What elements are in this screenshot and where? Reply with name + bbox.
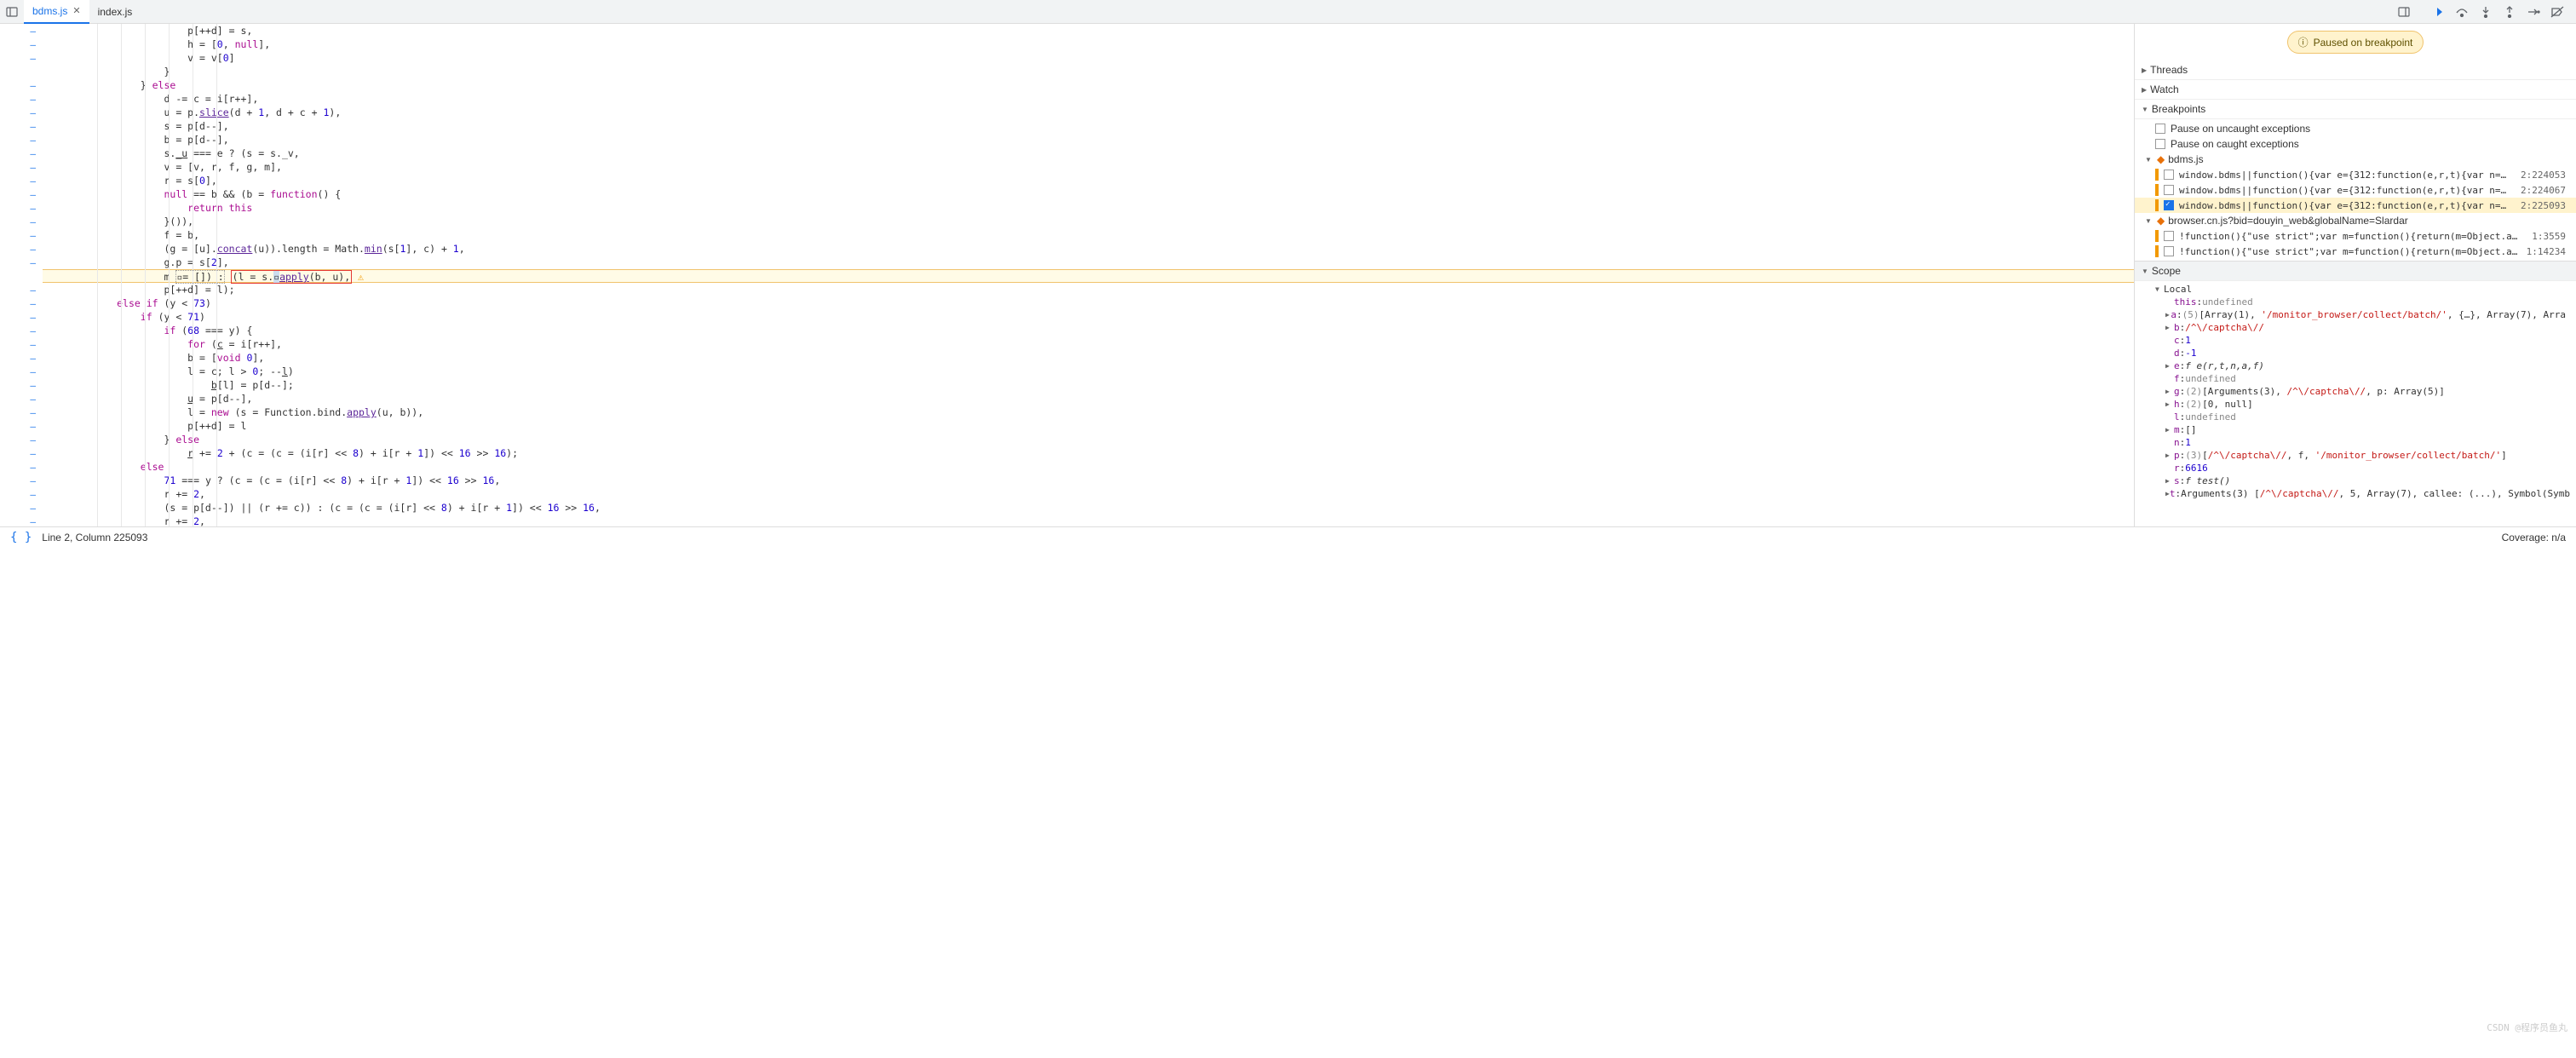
scope-var[interactable]: ▶e: f e(r,t,n,a,f) <box>2135 359 2576 372</box>
breakpoint-group-icon: ◆ <box>2157 153 2165 165</box>
pause-caught[interactable]: Pause on caught exceptions <box>2135 136 2576 152</box>
scope-var[interactable]: ▶s: f test() <box>2135 474 2576 487</box>
step-over-icon[interactable] <box>2450 0 2474 24</box>
scope-var[interactable]: ▶g: (2) [Arguments(3), /^\/captcha\//, p… <box>2135 385 2576 398</box>
scope-var[interactable]: ▶a: (5) [Array(1), '/monitor_browser/col… <box>2135 308 2576 321</box>
tab-label: bdms.js <box>32 5 67 17</box>
bp-item[interactable]: !function(){"use strict";var m=function(… <box>2135 244 2576 259</box>
debugger-controls <box>2426 0 2576 24</box>
info-icon: ⓘ <box>2298 35 2309 49</box>
bp-file-browser[interactable]: ▼◆browser.cn.js?bid=douyin_web&globalNam… <box>2135 213 2576 228</box>
format-icon[interactable]: { } <box>10 531 32 544</box>
scope-body: ▼Local this: undefined ▶a: (5) [Array(1)… <box>2135 281 2576 502</box>
tab-bdms[interactable]: bdms.js ✕ <box>24 0 89 24</box>
gutter: –––– ––––– ––––– ––– ––––– ––––– ––––– –… <box>0 24 43 526</box>
tab-index[interactable]: index.js <box>89 0 141 24</box>
scope-var[interactable]: ▶b: /^\/captcha\// <box>2135 321 2576 334</box>
scope-var[interactable]: ▶p: (3) [/^\/captcha\//, f, '/monitor_br… <box>2135 449 2576 462</box>
scope-section[interactable]: Scope <box>2135 261 2576 281</box>
status-bar: { } Line 2, Column 225093 Coverage: n/a <box>0 526 2576 547</box>
watermark: CSDN @程序员鱼丸 <box>2487 1021 2567 1034</box>
resume-icon[interactable] <box>2426 0 2450 24</box>
scope-var[interactable]: d: -1 <box>2135 347 2576 359</box>
panel-toggle-icon[interactable] <box>0 0 24 24</box>
step-out-icon[interactable] <box>2498 0 2521 24</box>
scope-var[interactable]: r: 6616 <box>2135 462 2576 474</box>
watch-section[interactable]: Watch <box>2135 80 2576 100</box>
bp-item-active[interactable]: window.bdms||function(){var e={312:funct… <box>2135 198 2576 213</box>
threads-section[interactable]: Threads <box>2135 60 2576 80</box>
scope-var[interactable]: f: undefined <box>2135 372 2576 385</box>
bp-file-bdms[interactable]: ▼◆bdms.js <box>2135 152 2576 167</box>
scope-var[interactable]: l: undefined <box>2135 411 2576 423</box>
coverage-status: Coverage: n/a <box>2502 532 2566 543</box>
breakpoint-group-icon: ◆ <box>2157 215 2165 227</box>
main-area: –––– ––––– ––––– ––– ––––– ––––– ––––– –… <box>0 24 2576 526</box>
bp-item[interactable]: window.bdms||function(){var e={312:funct… <box>2135 167 2576 182</box>
paused-badge: ⓘ Paused on breakpoint <box>2287 31 2424 54</box>
deactivate-breakpoints-icon[interactable] <box>2545 0 2569 24</box>
pause-uncaught[interactable]: Pause on uncaught exceptions <box>2135 121 2576 136</box>
bp-item[interactable]: window.bdms||function(){var e={312:funct… <box>2135 182 2576 198</box>
cursor-position: Line 2, Column 225093 <box>42 532 147 543</box>
breakpoints-body: Pause on uncaught exceptions Pause on ca… <box>2135 119 2576 261</box>
scope-this: this: undefined <box>2135 296 2576 308</box>
top-bar: bdms.js ✕ index.js <box>0 0 2576 24</box>
tab-bar: bdms.js ✕ index.js <box>24 0 2392 24</box>
close-icon[interactable]: ✕ <box>72 5 80 16</box>
bp-item[interactable]: !function(){"use strict";var m=function(… <box>2135 228 2576 244</box>
code-editor[interactable]: –––– ––––– ––––– ––– ––––– ––––– ––––– –… <box>0 24 2134 526</box>
scope-var[interactable]: c: 1 <box>2135 334 2576 347</box>
scope-var[interactable]: ▶h: (2) [0, null] <box>2135 398 2576 411</box>
scope-var[interactable]: ▶m: [] <box>2135 423 2576 436</box>
debugger-sidebar: ⓘ Paused on breakpoint Threads Watch Bre… <box>2134 24 2576 526</box>
scope-local[interactable]: ▼Local <box>2135 283 2576 296</box>
scope-var[interactable]: ▶t: Arguments(3) [/^\/captcha\//, 5, Arr… <box>2135 487 2576 500</box>
paused-text: Paused on breakpoint <box>2314 37 2413 49</box>
step-into-icon[interactable] <box>2474 0 2498 24</box>
tab-label: index.js <box>98 6 133 18</box>
code-content[interactable]: p[++d] = s, h = [0, null], v = v[0] } } … <box>43 24 2134 526</box>
breakpoints-section[interactable]: Breakpoints <box>2135 100 2576 119</box>
scope-var[interactable]: n: 1 <box>2135 436 2576 449</box>
step-icon[interactable] <box>2521 0 2545 24</box>
panel-right-icon[interactable] <box>2392 0 2416 24</box>
